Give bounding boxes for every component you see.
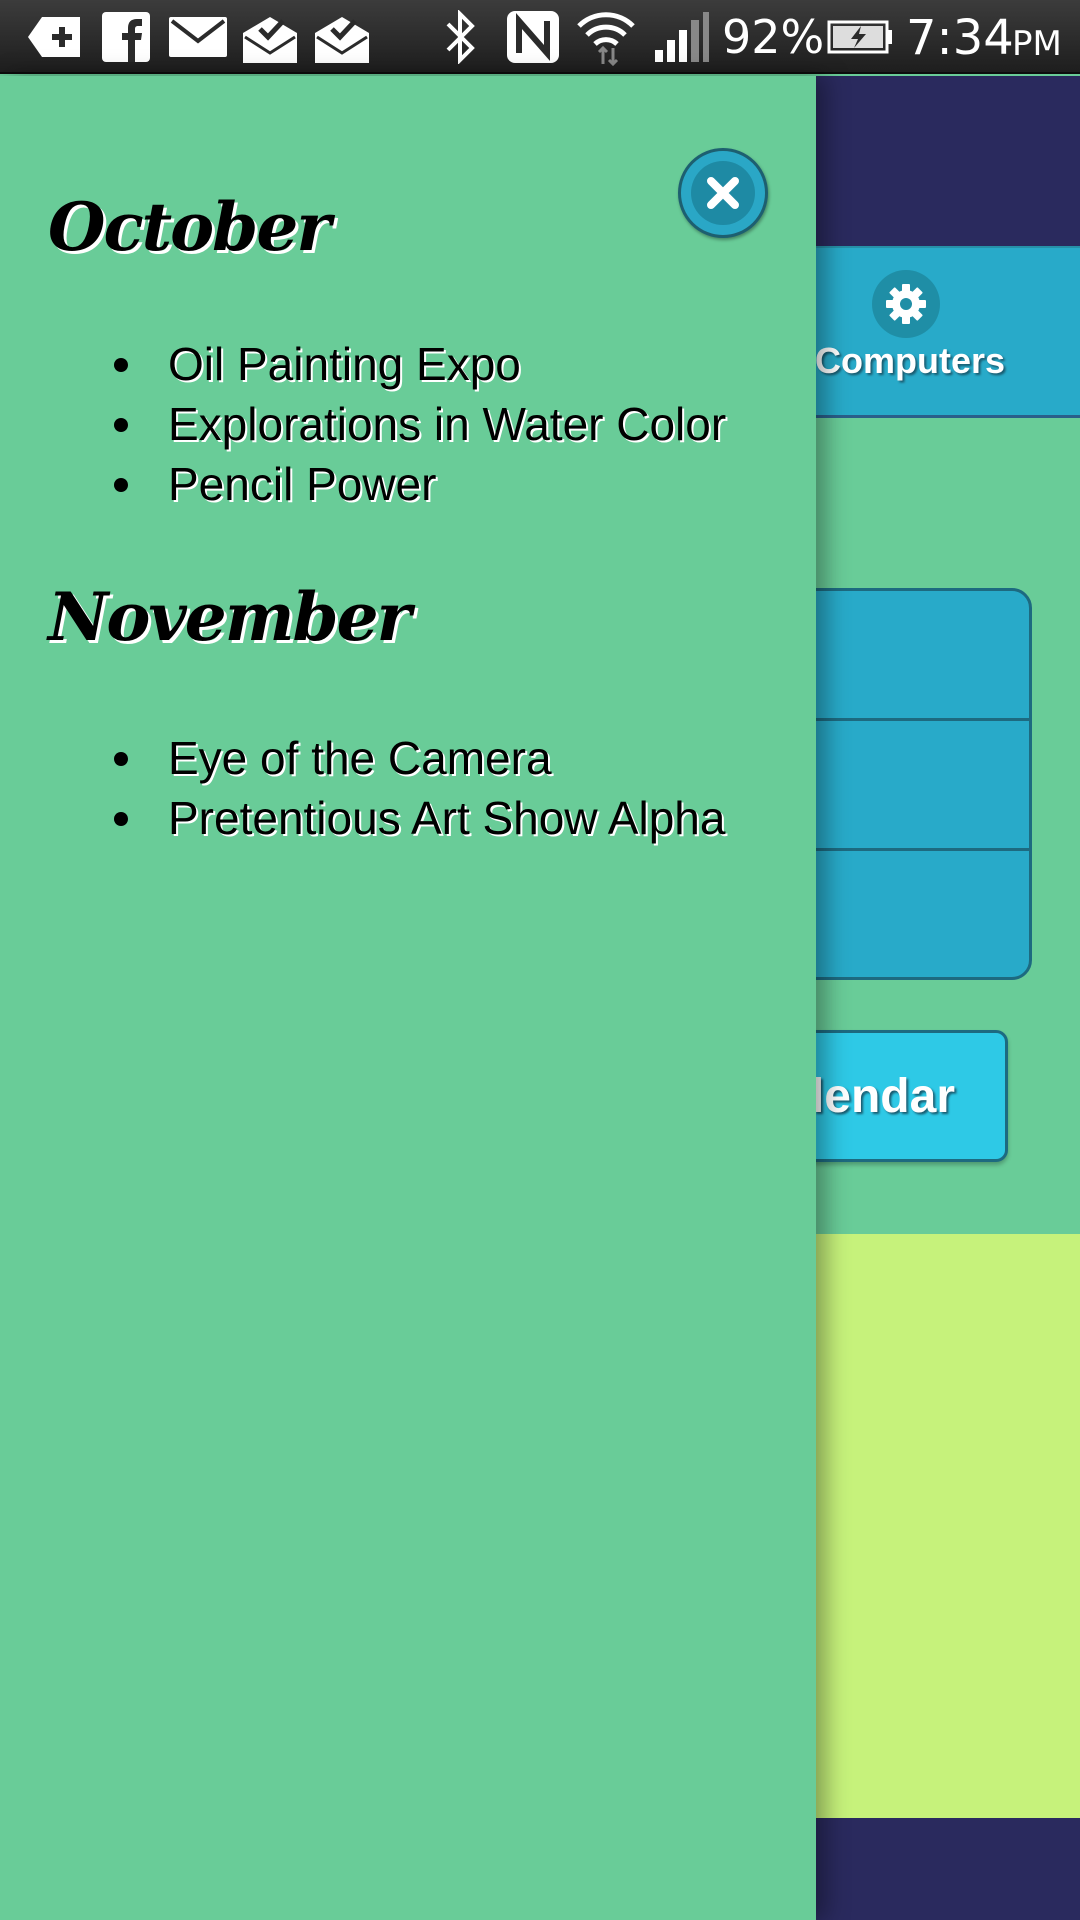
bullet — [114, 752, 128, 766]
clock-ampm: PM — [1012, 24, 1062, 64]
event-title: Oil Painting Expo — [168, 338, 521, 390]
mail-open-check-icon — [314, 0, 370, 74]
nfc-icon — [504, 0, 562, 74]
signal-icon — [652, 0, 710, 74]
list-item[interactable]: Eye of the Camera — [110, 728, 725, 788]
event-title: Explorations in Water Color — [168, 398, 727, 450]
close-icon — [691, 161, 755, 225]
list-item[interactable]: Pencil Power — [110, 454, 726, 514]
list-item[interactable]: Explorations in Water Color — [110, 394, 726, 454]
facebook-icon — [100, 0, 152, 74]
event-title: Eye of the Camera — [168, 732, 552, 784]
bullet — [114, 418, 128, 432]
status-bar: 92% 7:34 PM — [0, 0, 1080, 74]
add-notification-icon — [26, 0, 82, 74]
bullet — [114, 358, 128, 372]
list-item[interactable]: Oil Painting Expo — [110, 334, 726, 394]
gear-icon — [872, 270, 940, 338]
event-title: Pencil Power — [168, 458, 437, 510]
screen: 92% 7:34 PM Computers Calendar October O… — [0, 0, 1080, 1920]
list-item[interactable]: Pretentious Art Show Alpha — [110, 788, 725, 848]
mail-open-check-icon — [242, 0, 298, 74]
bluetooth-icon — [440, 0, 480, 74]
october-event-list: Oil Painting Expo Explorations in Water … — [110, 334, 726, 514]
close-drawer-button[interactable] — [678, 148, 768, 238]
battery-percentage: 92% — [722, 10, 825, 64]
clock-time: 7:34 — [906, 10, 1014, 66]
month-heading-november: November — [48, 578, 411, 656]
wifi-icon — [574, 0, 638, 74]
event-title: Pretentious Art Show Alpha — [168, 792, 726, 844]
november-event-list: Eye of the Camera Pretentious Art Show A… — [110, 728, 725, 848]
battery-charging-icon — [826, 0, 894, 74]
events-drawer: October Oil Painting Expo Explorations i… — [0, 76, 816, 1920]
mail-icon — [168, 0, 228, 74]
bullet — [114, 812, 128, 826]
bullet — [114, 478, 128, 492]
month-heading-october: October — [48, 188, 331, 266]
